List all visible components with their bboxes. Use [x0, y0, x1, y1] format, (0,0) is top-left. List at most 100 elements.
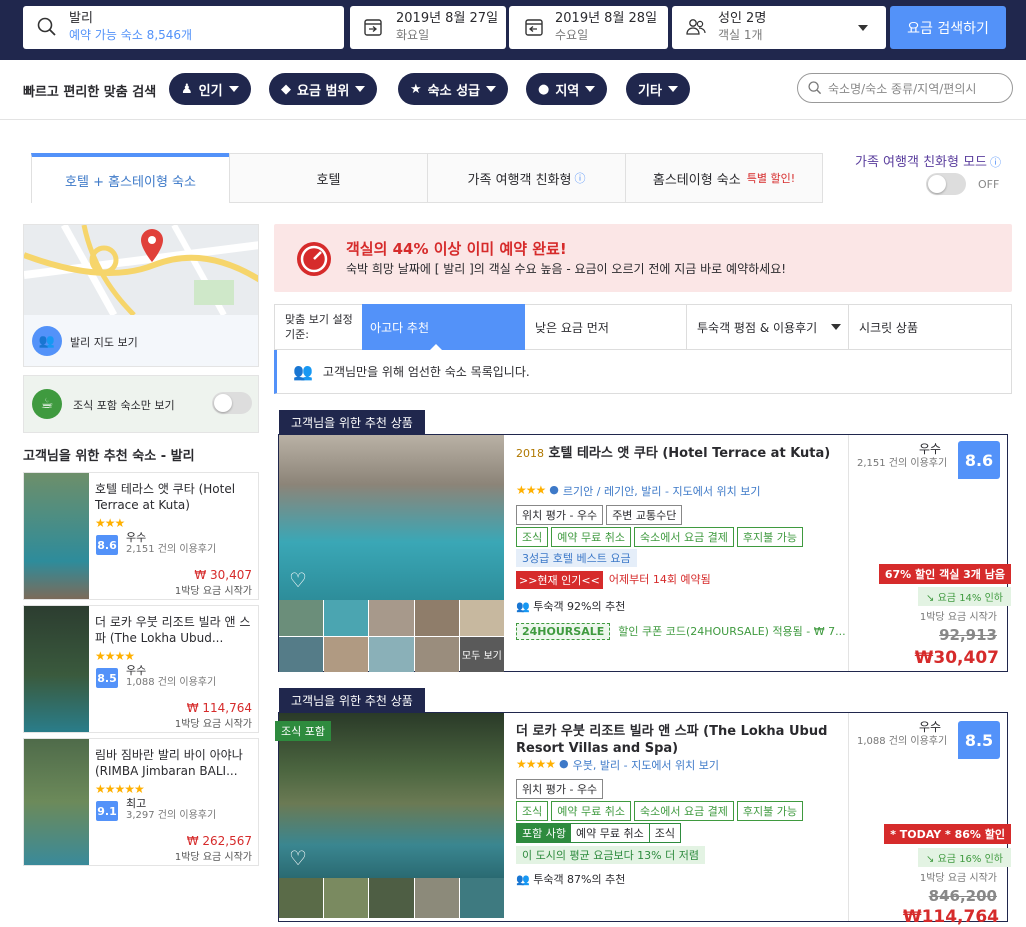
- rating-label: 최고: [126, 797, 147, 810]
- hotel-title[interactable]: 2018 호텔 테라스 앳 쿠타 (Hotel Terrace at Kuta): [516, 445, 836, 463]
- tab-family[interactable]: 가족 여행객 친화형 ⓘ: [427, 153, 626, 203]
- sort-bar: 맞춤 보기 설정 기준: 아고다 추천 낮은 요금 먼저 투숙객 평점 & 이용…: [274, 304, 1012, 351]
- filter-other[interactable]: 기타: [626, 73, 690, 105]
- checkout-date: 2019년 8월 28일: [555, 11, 658, 26]
- alert-body: 숙박 희망 날짜에 [ 발리 ]의 객실 수요 높음 - 요금이 오르기 전에 …: [346, 262, 787, 276]
- star-rating: ★★★★★: [95, 782, 145, 796]
- coffee-icon: ☕: [32, 389, 62, 419]
- star-icon: ★: [410, 81, 422, 97]
- location-line[interactable]: ★★★ ● 르기안 / 레기안, 발리 - 지도에서 위치 보기: [516, 483, 760, 499]
- property-search-input[interactable]: 숙소명/숙소 종류/지역/편의시: [797, 73, 1013, 103]
- hotel-title[interactable]: 더 로카 우붓 리조트 빌라 앤 스파 (The Lokha Ubud Reso…: [516, 723, 836, 757]
- sort-label: 맞춤 보기 설정 기준:: [285, 313, 353, 341]
- curated-notice: 👥 고객님만을 위해 엄선한 숙소 목록입니다.: [274, 350, 1012, 394]
- deal-badge: 67% 할인 객실 3개 남음: [878, 564, 1011, 584]
- star-rating: ★★★★: [95, 649, 135, 663]
- chevron-down-icon: [667, 86, 678, 92]
- family-mode-state: OFF: [978, 178, 1000, 191]
- users-icon: 👥: [516, 600, 530, 613]
- checkin-date: 2019년 8월 27일: [396, 11, 499, 26]
- star-rating: ★★★★: [516, 757, 556, 771]
- tab-all[interactable]: 호텔 + 홈스테이형 숙소: [31, 153, 230, 203]
- map-link[interactable]: 발리 지도 보기: [70, 334, 138, 350]
- location-line[interactable]: ★★★★ ● 우붓, 발리 - 지도에서 위치 보기: [516, 757, 719, 773]
- filter-price[interactable]: ◆ 요금 범위: [269, 73, 378, 105]
- family-mode-toggle[interactable]: [926, 173, 966, 195]
- rooms-value: 객실 1개: [718, 28, 763, 42]
- tag-icon: ◆: [281, 81, 291, 97]
- location-pin-icon: ●: [559, 757, 569, 770]
- see-all-photos[interactable]: 모두 보기: [459, 636, 504, 672]
- filter-area[interactable]: ● 지역: [526, 73, 608, 105]
- hotel-name: 호텔 테라스 앳 쿠타 (Hotel Terrace at Kuta): [95, 482, 236, 512]
- sort-reviews[interactable]: 투숙객 평점 & 이용후기: [687, 305, 849, 349]
- price: ₩ 30,407: [194, 568, 252, 582]
- guests-value: 성인 2명: [718, 11, 767, 26]
- original-price: 92,913: [939, 626, 997, 644]
- checkin-day: 화요일: [396, 28, 430, 42]
- sort-recommended[interactable]: 아고다 추천: [362, 304, 525, 350]
- search-button[interactable]: 요금 검색하기: [890, 6, 1006, 49]
- coupon-line[interactable]: 24HOURSALE 할인 쿠폰 코드(24HOURSALE) 적용됨 - ₩ 7…: [516, 623, 846, 640]
- availability-text: 예약 가능 숙소 8,546개: [69, 28, 193, 42]
- heart-icon[interactable]: ♡: [289, 846, 307, 870]
- gauge-icon: [297, 242, 331, 276]
- hotel-name: 더 로카 우붓 리조트 빌라 앤 스파 (The Lokha Ubud...: [95, 615, 251, 645]
- price[interactable]: ₩114,764: [903, 907, 999, 927]
- map-card[interactable]: 👥 발리 지도 보기: [23, 224, 259, 367]
- recommend-ribbon: 고객님을 위한 추천 상품: [279, 688, 425, 712]
- price-note: 1박당 요금 시작가: [174, 852, 252, 863]
- users-icon: 👥: [32, 326, 62, 356]
- filter-popular[interactable]: ♟ 인기: [169, 73, 251, 105]
- filter-label: 빠르고 편리한 맞춤 검색: [23, 85, 157, 100]
- price-note: 1박당 요금 시작가: [174, 586, 252, 597]
- chevron-down-icon: [228, 86, 239, 92]
- recommend-card[interactable]: 림바 짐바란 발리 바이 아야나 (RIMBA Jimbaran BALI...…: [23, 738, 259, 866]
- breakfast-filter: ☕ 조식 포함 숙소만 보기: [23, 375, 259, 433]
- chevron-down-icon: [585, 86, 596, 92]
- price[interactable]: ₩30,407: [915, 648, 999, 668]
- destination-field[interactable]: 발리 예약 가능 숙소 8,546개: [23, 6, 344, 49]
- recommend-card[interactable]: 더 로카 우붓 리조트 빌라 앤 스파 (The Lokha Ubud... ★…: [23, 605, 259, 733]
- filter-row: 빠르고 편리한 맞춤 검색 ♟ 인기 ◆ 요금 범위 ★ 숙소 성급 ● 지역 기타 숙…: [0, 60, 1026, 120]
- hotel-main-photo[interactable]: [279, 435, 504, 600]
- sort-secret[interactable]: 시크릿 상품: [849, 305, 1011, 349]
- checkout-field[interactable]: 2019년 8월 28일 수요일: [509, 6, 668, 49]
- price: ₩ 114,764: [186, 701, 252, 715]
- promo-badge: 이 도시의 평균 요금보다 13% 더 저렴: [516, 846, 705, 864]
- review-count: 1,088 건의 이용후기: [126, 677, 217, 688]
- review-count: 2,151 건의 이용후기: [126, 544, 217, 555]
- review-count: 2,151 건의 이용후기: [857, 458, 948, 469]
- recommend-title: 고객님을 위한 추천 숙소 - 발리: [23, 449, 195, 464]
- price-note: 1박당 요금 시작가: [174, 719, 252, 730]
- heart-icon[interactable]: ♡: [289, 568, 307, 592]
- location-icon: ●: [538, 81, 550, 97]
- recommend-card[interactable]: 호텔 테라스 앳 쿠타 (Hotel Terrace at Kuta) ★★★ …: [23, 472, 259, 600]
- deal-badge: * TODAY * 86% 할인: [884, 824, 1011, 844]
- hotel-result-card[interactable]: ♡ 모두 보기 2018 호텔 테라스 앳 쿠타 (Hotel Terrace …: [278, 434, 1011, 672]
- guests-icon: [686, 19, 706, 35]
- search-placeholder: 숙소명/숙소 종류/지역/편의시: [828, 81, 977, 96]
- checkin-field[interactable]: 2019년 8월 27일 화요일: [350, 6, 506, 49]
- rating-label: 우수: [126, 664, 147, 677]
- rating-label: 우수: [126, 531, 147, 544]
- score-badge: 9.1: [96, 801, 118, 821]
- tag-row-dark: 위치 평가 - 우수 주변 교통수단: [516, 505, 685, 525]
- special-badge: 특별 할인!: [746, 172, 796, 185]
- score-badge: 8.5: [958, 721, 1000, 759]
- alert-title: 객실의 44% 이상 이미 예약 완료!: [346, 240, 567, 258]
- breakfast-toggle[interactable]: [212, 392, 252, 414]
- tab-hotel[interactable]: 호텔: [229, 153, 428, 203]
- hotel-result-card[interactable]: 조식 포함 ♡ 더 로카 우붓 리조트 빌라 앤 스파 (The Lokha U…: [275, 712, 1011, 927]
- breakfast-badge: 조식 포함: [275, 721, 331, 741]
- photo-grid: [279, 878, 504, 918]
- filter-stars[interactable]: ★ 숙소 성급: [398, 73, 509, 105]
- guests-field[interactable]: 성인 2명 객실 1개: [672, 6, 886, 49]
- tab-homestay[interactable]: 홈스테이형 숙소 특별 할인!: [625, 153, 823, 203]
- score-badge: 8.6: [958, 441, 1000, 479]
- best-price-badge: 3성급 호텔 베스트 요금: [516, 549, 637, 567]
- search-icon: [808, 81, 822, 95]
- hot-line: >>현재 인기<< 어제부터 14회 예약됨: [516, 571, 711, 589]
- award-year: 2018: [516, 447, 544, 460]
- sort-lowest-price[interactable]: 낮은 요금 먼저: [525, 305, 687, 349]
